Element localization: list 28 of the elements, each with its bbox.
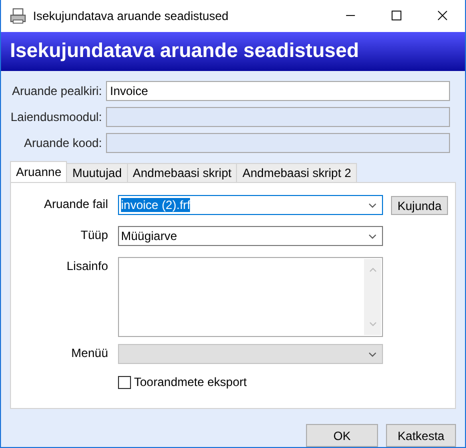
cancel-button[interactable]: Katkesta bbox=[386, 424, 456, 447]
close-icon bbox=[436, 10, 448, 22]
field-label: Tüüp bbox=[80, 227, 109, 242]
field-label: Aruande pealkiri: bbox=[10, 84, 103, 98]
design-button[interactable]: Kujunda bbox=[391, 196, 448, 215]
field-label: Aruande fail bbox=[42, 196, 109, 211]
dropdown[interactable]: invoice (2).frf bbox=[118, 195, 383, 215]
field-label: Lisainfo bbox=[66, 258, 109, 273]
tab[interactable]: Aruanne bbox=[10, 161, 68, 182]
checkbox-label: Toorandmete eksport bbox=[134, 375, 247, 389]
dropdown[interactable]: Müügiarve bbox=[118, 226, 383, 246]
window-title: Isekujundatava aruande seadistused bbox=[33, 8, 230, 23]
dropdown-value: Müügiarve bbox=[121, 229, 178, 243]
tab[interactable]: Muutujad bbox=[66, 163, 128, 182]
field-label: Menüü bbox=[70, 345, 109, 360]
maximize-icon bbox=[390, 10, 402, 22]
checkbox[interactable] bbox=[118, 376, 131, 388]
tab[interactable]: Andmebaasi skript bbox=[126, 163, 238, 182]
input-field[interactable]: Invoice bbox=[106, 81, 450, 101]
printer-icon bbox=[10, 8, 26, 24]
tab[interactable]: Andmebaasi skript 2 bbox=[236, 163, 358, 182]
header-title: Isekujundatava aruande seadistused bbox=[1, 32, 465, 71]
dropdown-value: invoice (2).frf bbox=[121, 198, 190, 212]
text-area[interactable] bbox=[118, 257, 383, 337]
ok-button[interactable]: OK bbox=[306, 424, 378, 447]
field-label: Laiendusmoodul: bbox=[10, 110, 103, 124]
chevron-down-icon bbox=[368, 319, 378, 329]
field-label: Aruande kood: bbox=[22, 136, 103, 150]
